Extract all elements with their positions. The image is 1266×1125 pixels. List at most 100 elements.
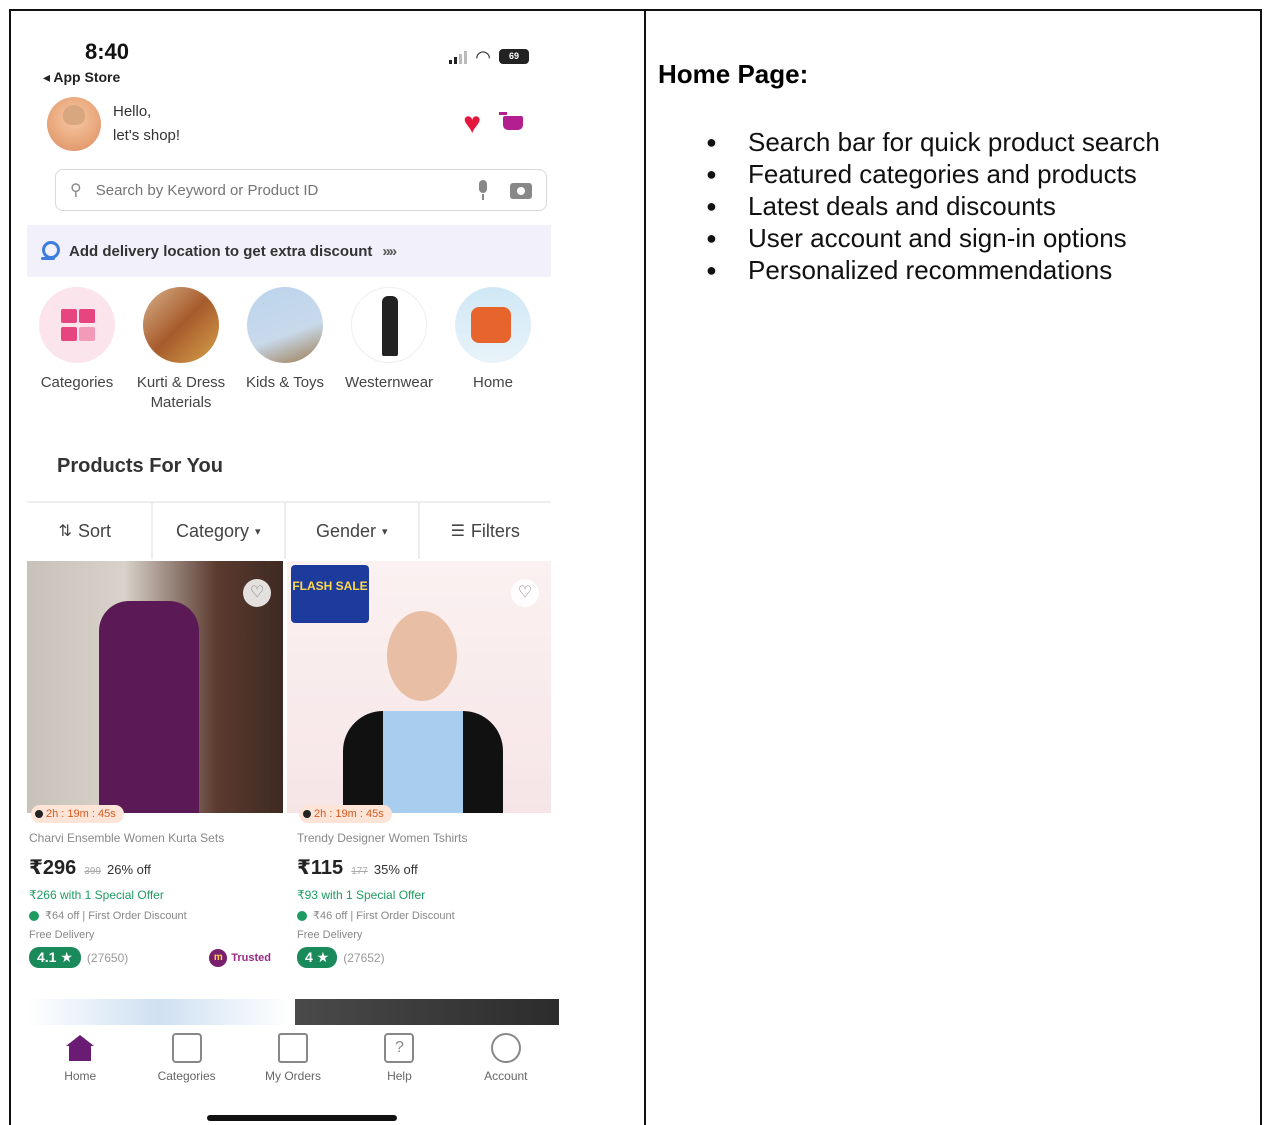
- tab-my-orders[interactable]: My Orders: [240, 1025, 346, 1097]
- location-pin-icon: [41, 241, 60, 261]
- cart-icon[interactable]: [499, 110, 527, 138]
- category-label: Kurti & Dress Materials: [136, 374, 226, 411]
- search-bar[interactable]: ⚲: [55, 169, 547, 211]
- next-product-image: [27, 999, 291, 1025]
- sort-button[interactable]: ⇅ Sort: [27, 503, 153, 559]
- status-time: 8:40: [85, 39, 130, 64]
- notes-title: Home Page:: [658, 59, 809, 89]
- chevron-right-icon: »»: [382, 242, 397, 260]
- product-price: ₹115: [297, 857, 344, 879]
- categories-grid-icon: [39, 287, 115, 363]
- chevron-down-icon: ▾: [382, 525, 388, 538]
- wishlist-heart-icon[interactable]: ♡: [511, 579, 539, 607]
- clock-icon: [303, 810, 311, 818]
- category-dropdown-label: Category: [175, 520, 249, 541]
- clock-icon: [35, 810, 43, 818]
- discount-icon: [297, 910, 307, 921]
- rating-badge: 4 ★: [297, 947, 338, 968]
- tab-label: Account: [484, 1069, 528, 1083]
- first-order-discount: ₹64 off | First Order Discount: [29, 909, 283, 922]
- delivery-banner-text: Add delivery location to get extra disco…: [69, 242, 373, 260]
- category-image: [351, 287, 427, 363]
- category-item[interactable]: Kids & Toys: [233, 287, 337, 413]
- category-item[interactable]: Westernwear: [337, 287, 441, 413]
- product-name: Trendy Designer Women Tshirts: [297, 831, 468, 845]
- tab-account[interactable]: Account: [453, 1025, 559, 1097]
- first-order-discount: ₹46 off | First Order Discount: [297, 909, 551, 922]
- phone-screenshot: 8:40 ◂ App Store ◠ 69 Hello, let's shop!: [27, 31, 559, 1125]
- header-actions: ♥: [463, 109, 527, 139]
- category-item[interactable]: Categories: [27, 287, 129, 413]
- tab-help[interactable]: ? Help: [346, 1025, 452, 1097]
- notes-item: Personalized recommendations: [706, 254, 1260, 286]
- tab-categories[interactable]: Categories: [133, 1025, 239, 1097]
- signal-icon: [449, 50, 468, 64]
- free-delivery: Free Delivery: [297, 929, 363, 941]
- product-name: Charvi Ensemble Women Kurta Sets: [29, 831, 225, 845]
- product-grid: ♡ 2h : 19m : 45s Charvi Ensemble Women K…: [27, 561, 551, 968]
- flash-sale-badge: FLASH SALE: [291, 565, 369, 623]
- tab-label: Help: [387, 1069, 412, 1083]
- notes-list: Search bar for quick product search Feat…: [658, 126, 1260, 286]
- wishlist-heart-icon[interactable]: ♡: [243, 579, 271, 607]
- product-image: FLASH SALE ♡: [287, 561, 551, 813]
- notes-item: Search bar for quick product search: [706, 126, 1260, 158]
- bottom-tab-bar: Home Categories My Orders ? Help Account: [27, 1025, 559, 1097]
- wifi-icon: ◠: [475, 46, 491, 67]
- gender-dropdown-label: Gender: [315, 520, 376, 541]
- wishlist-heart-icon[interactable]: ♥: [463, 109, 481, 139]
- notes-cell: Home Page: Search bar for quick product …: [646, 11, 1260, 1125]
- featured-categories: Categories Kurti & Dress Materials Kids …: [27, 287, 551, 413]
- timer-text: 2h : 19m : 45s: [46, 808, 116, 820]
- help-icon: ?: [384, 1033, 415, 1063]
- product-mrp: 399: [84, 866, 101, 877]
- product-card[interactable]: FLASH SALE ♡ 2h : 19m : 45s Trendy Desig…: [287, 561, 551, 968]
- delivery-location-banner[interactable]: Add delivery location to get extra disco…: [27, 225, 551, 277]
- timer-text: 2h : 19m : 45s: [314, 808, 384, 820]
- free-delivery: Free Delivery: [29, 929, 95, 941]
- category-dropdown[interactable]: Category ▾: [153, 503, 286, 559]
- tab-label: My Orders: [265, 1069, 322, 1083]
- next-product-image: [295, 999, 559, 1025]
- tab-home[interactable]: Home: [27, 1025, 133, 1097]
- notes-item: User account and sign-in options: [706, 222, 1260, 254]
- battery-icon: 69: [499, 49, 529, 64]
- section-title: Products For You: [57, 455, 223, 477]
- rating-count: (27652): [343, 950, 385, 965]
- sort-filter-bar: ⇅ Sort Category ▾ Gender ▾ ☰ Filters: [27, 501, 551, 559]
- status-bar: 8:40 ◂ App Store ◠ 69: [27, 31, 559, 91]
- category-label: Categories: [40, 374, 114, 391]
- status-icons: ◠ 69: [449, 46, 529, 67]
- discount-icon: [29, 910, 39, 921]
- greeting-line1: Hello,: [113, 103, 152, 120]
- product-mrp: 177: [351, 866, 368, 877]
- orders-box-icon: [278, 1033, 309, 1063]
- search-icon: ⚲: [70, 182, 82, 199]
- gender-dropdown[interactable]: Gender ▾: [286, 503, 420, 559]
- document-table: 8:40 ◂ App Store ◠ 69 Hello, let's shop!: [9, 9, 1262, 1125]
- categories-icon: [171, 1033, 202, 1063]
- category-label: Home: [472, 374, 513, 391]
- trusted-badge: m Trusted: [209, 948, 271, 967]
- filter-icon: ☰: [450, 523, 465, 540]
- deal-timer: 2h : 19m : 45s: [31, 805, 124, 823]
- camera-icon[interactable]: [510, 179, 532, 201]
- tab-label: Home: [64, 1069, 97, 1083]
- sort-arrows-icon: ⇅: [58, 523, 72, 540]
- category-image: [143, 287, 219, 363]
- deal-timer: 2h : 19m : 45s: [299, 805, 392, 823]
- sort-label: Sort: [77, 520, 111, 541]
- back-to-app-store[interactable]: ◂ App Store: [43, 69, 120, 86]
- chevron-down-icon: ▾: [255, 525, 261, 538]
- category-label: Westernwear: [344, 374, 434, 391]
- search-input[interactable]: [95, 181, 456, 199]
- greeting-line2: let's shop!: [113, 127, 181, 144]
- product-card[interactable]: ♡ 2h : 19m : 45s Charvi Ensemble Women K…: [27, 561, 283, 968]
- category-item[interactable]: Home: [441, 287, 545, 413]
- avatar[interactable]: [47, 97, 101, 151]
- microphone-icon[interactable]: [472, 179, 494, 201]
- screenshot-cell: 8:40 ◂ App Store ◠ 69 Hello, let's shop!: [11, 11, 646, 1125]
- filters-button[interactable]: ☰ Filters: [420, 503, 552, 559]
- category-label: Kids & Toys: [245, 374, 325, 391]
- category-item[interactable]: Kurti & Dress Materials: [129, 287, 233, 413]
